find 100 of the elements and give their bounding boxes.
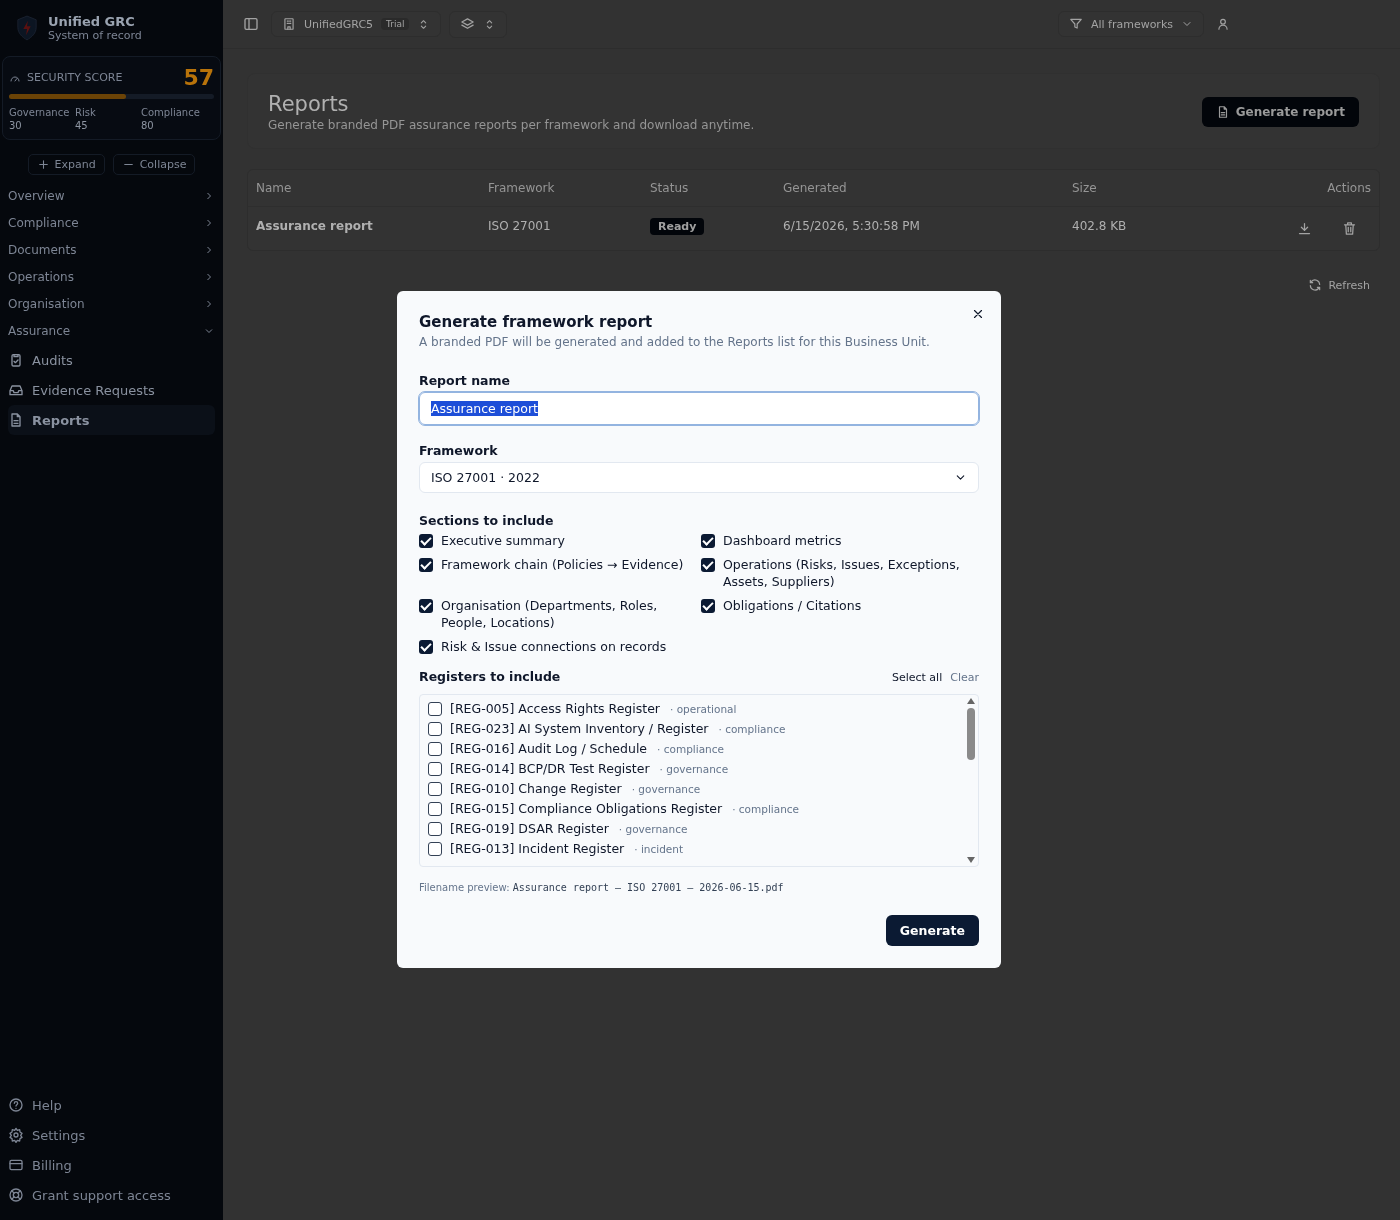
building-icon [282,17,296,31]
register-category: · governance [618,822,688,835]
column-header: Name [248,170,480,207]
help-icon [8,1097,24,1113]
framework-select[interactable]: ISO 27001 · 2022 [419,462,979,493]
register-name: [REG-010] Change Register [450,781,622,796]
field-label: Framework [419,443,499,458]
register-category: · governance [659,762,729,775]
metric-value: 45 [75,120,89,131]
footer-nav-item[interactable]: Help [8,1090,215,1120]
register-name: [REG-023] AI System Inventory / Register [450,721,709,736]
section-label: Sections to include [419,513,555,528]
register-category: · compliance [732,802,800,815]
checkbox-label: Organisation (Departments, Roles, People, Locations) [441,596,659,632]
table-cell-text: 6/15/2026, 5:30:58 PM [782,218,921,235]
inbox-icon [8,382,24,398]
checkbox-label: Risk & Issue connections on records [441,637,667,655]
footer-nav-item[interactable]: Settings [8,1120,215,1150]
register-name: [REG-019] DSAR Register [450,821,609,836]
generate-report-button[interactable]: Generate report [1201,97,1359,127]
checkbox[interactable] [428,841,442,856]
scrollbar-thumb[interactable] [967,708,975,760]
app-tagline: System of record [48,29,142,42]
checkbox[interactable] [701,557,715,572]
nav-item[interactable]: Audits [8,345,215,375]
register-name: [REG-015] Compliance Obligations Register [450,801,723,816]
column-header: Generated [775,170,1064,207]
checkbox[interactable] [701,598,715,613]
refresh-button[interactable]: Refresh [1302,277,1380,293]
checkbox-label: Dashboard metrics [723,532,842,550]
nav-group[interactable]: Operations [8,264,215,291]
filename-preview: Filename preview: Assurance report — ISO 27001 — 2026-06-15.pdf [419,882,785,893]
nav-group[interactable]: Assurance [8,318,215,345]
layer-switcher[interactable] [449,10,508,38]
scroll-up-icon[interactable] [967,698,975,704]
page-subtitle: Generate branded PDF assurance reports per framework and download anytime. [268,118,755,132]
register-name: [REG-013] Incident Register [450,841,625,856]
nav-group[interactable]: Documents [8,237,215,264]
checkbox-label: Framework chain (Policies → Evidence) [441,555,684,573]
table-cell-text: Assurance report [255,218,374,235]
framework-filter[interactable]: All frameworks [1057,11,1204,37]
column-header: Framework [480,170,642,207]
metric-value: 80 [141,120,155,131]
layers-icon [460,16,476,32]
register-category: · operational [670,702,737,715]
register-category: · incident [634,842,684,855]
clear-link[interactable]: Clear [942,671,979,684]
settings-icon [8,1127,24,1143]
expand-button[interactable]: Expand [27,154,105,175]
register-name: [REG-016] Audit Log / Schedule [450,741,648,756]
column-header: Size [1064,170,1244,207]
register-category: · compliance [718,722,786,735]
checkbox[interactable] [428,761,442,776]
document-icon [8,412,24,428]
nav-item[interactable]: Evidence Requests [8,375,215,405]
shield-logo-icon [16,15,38,41]
checkbox[interactable] [419,534,433,548]
nav-item[interactable]: Reports [8,405,215,435]
nav-group[interactable]: Overview [8,183,215,210]
field-label: Report name [419,373,511,388]
download-icon [1297,221,1312,236]
checkbox[interactable] [428,801,442,816]
clipboard-icon [8,352,24,368]
collapse-button[interactable]: Collapse [112,154,196,175]
checkbox[interactable] [701,534,715,548]
column-header: Status [642,170,775,207]
dialog-description: A branded PDF will be generated and added to the Reports list for this Business Unit. [419,335,931,349]
plus-icon [36,158,50,171]
footer-nav-item[interactable]: Billing [8,1150,215,1180]
select-all-link[interactable]: Select all [883,671,943,684]
metric-value: 30 [9,120,23,131]
report-name-input[interactable]: Assurance report [419,392,979,425]
checkbox-label: Operations (Risks, Issues, Exceptions, Assets, Suppliers) [723,555,961,591]
score-value: 57 [183,65,214,90]
checkbox[interactable] [428,721,442,736]
workspace-switcher[interactable]: UnifiedGRC5 Trial [271,11,442,37]
page-title: Reports [268,92,350,116]
app-name: Unified GRC [48,14,136,29]
checkbox[interactable] [428,781,442,796]
trash-icon [1342,221,1357,236]
checkbox[interactable] [419,598,433,613]
checkbox-label: Executive summary [441,532,565,550]
register-name: [REG-014] BCP/DR Test Register [450,761,650,776]
register-category: · compliance [657,742,724,755]
checkbox[interactable] [428,741,442,756]
plan-badge: Trial [381,18,410,30]
checkbox[interactable] [419,639,433,654]
checkbox[interactable] [428,821,442,836]
metric-label: Risk [75,107,97,118]
footer-nav-item[interactable]: Grant support access [8,1180,215,1210]
score-label: SECURITY SCORE [27,71,123,84]
generate-button[interactable]: Generate [885,915,979,946]
nav-group[interactable]: Compliance [8,210,215,237]
refresh-icon [1308,278,1323,292]
status-badge: Ready [650,218,705,235]
scroll-down-icon[interactable] [967,857,975,863]
checkbox[interactable] [419,557,433,572]
nav-group[interactable]: Organisation [8,291,215,318]
panel-icon [243,16,259,32]
checkbox[interactable] [428,701,442,716]
